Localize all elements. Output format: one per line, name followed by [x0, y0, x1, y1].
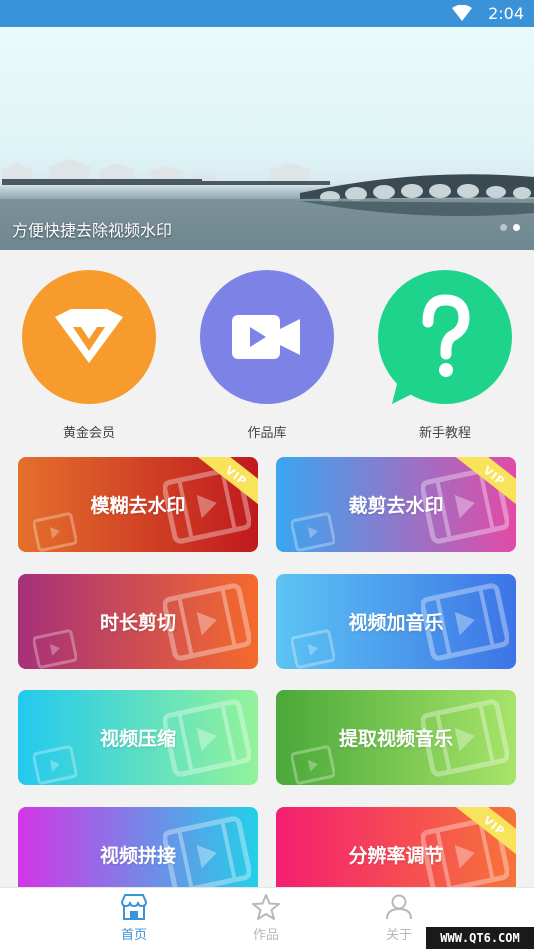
carousel-dot-active[interactable]: [513, 224, 520, 231]
tab-about[interactable]: 关于: [364, 894, 434, 943]
feature-crop-watermark[interactable]: 裁剪去水印 VIP: [276, 457, 516, 552]
carousel-indicator: [500, 224, 520, 231]
tab-works[interactable]: 作品: [231, 894, 301, 943]
feature-title: 模糊去水印: [90, 495, 186, 517]
carousel-dot[interactable]: [500, 224, 507, 231]
tab-label: 作品: [252, 928, 279, 943]
tab-label: 关于: [385, 928, 412, 943]
feature-title: 分辨率调节: [348, 845, 444, 867]
feature-title: 提取视频音乐: [338, 728, 453, 750]
quick-action-label: 黄金会员: [62, 426, 115, 441]
tab-home[interactable]: 首页: [99, 894, 169, 943]
wifi-icon: [452, 5, 472, 21]
store-icon: [120, 894, 148, 920]
feature-title: 视频加音乐: [348, 612, 444, 634]
feature-title: 视频压缩: [99, 728, 176, 750]
feature-blur-watermark[interactable]: 模糊去水印 VIP: [18, 457, 258, 552]
tab-label: 首页: [120, 928, 147, 943]
feature-extract-music[interactable]: 提取视频音乐: [276, 690, 516, 785]
feature-add-music[interactable]: 视频加音乐: [276, 574, 516, 669]
quick-action-label: 作品库: [247, 426, 287, 441]
question-bubble-icon[interactable]: [378, 270, 512, 404]
feature-compress[interactable]: 视频压缩: [18, 690, 258, 785]
film-icon: [33, 512, 77, 552]
site-watermark: WWW.QT6.COM: [426, 927, 534, 949]
film-icon: [33, 629, 77, 669]
feature-trim-duration[interactable]: 时长剪切: [18, 574, 258, 669]
vip-diamond-icon[interactable]: [22, 270, 156, 404]
person-icon: [386, 894, 412, 920]
status-bar: 2:04: [0, 0, 534, 27]
quick-action-vip[interactable]: 黄金会员: [22, 270, 156, 441]
film-icon: [33, 745, 77, 785]
quick-action-tutorial[interactable]: 新手教程: [378, 270, 512, 441]
video-camera-icon[interactable]: [200, 270, 334, 404]
quick-action-library[interactable]: 作品库: [200, 270, 334, 441]
star-icon: [252, 894, 280, 920]
feature-title: 视频拼接: [99, 845, 176, 867]
film-icon: [291, 512, 335, 552]
banner-caption: 方便快捷去除视频水印: [12, 221, 173, 240]
feature-title: 裁剪去水印: [348, 495, 444, 517]
banner-carousel[interactable]: 方便快捷去除视频水印: [0, 27, 534, 250]
film-icon: [291, 629, 335, 669]
feature-title: 时长剪切: [99, 612, 176, 634]
clock: 2:04: [488, 4, 524, 23]
film-icon: [291, 745, 335, 785]
quick-action-label: 新手教程: [418, 426, 471, 441]
